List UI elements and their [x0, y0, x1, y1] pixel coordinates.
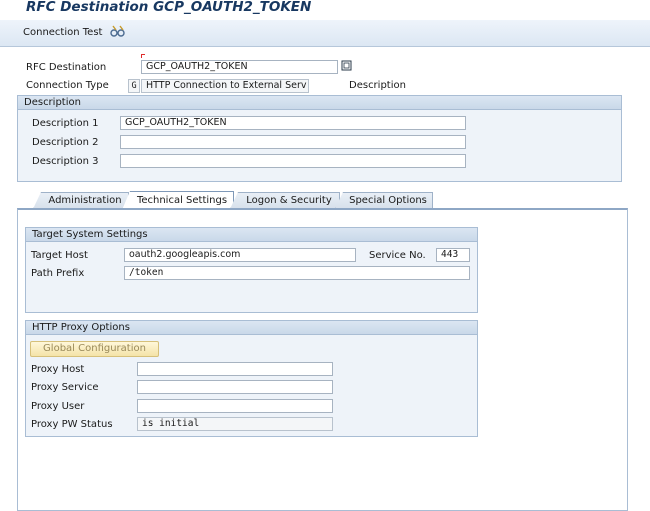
description-link[interactable]: Description	[349, 80, 406, 91]
description-panel-title: Description	[18, 96, 621, 110]
service-no-label: Service No.	[369, 250, 426, 261]
path-prefix-label: Path Prefix	[31, 268, 85, 279]
target-system-panel-title: Target System Settings	[26, 228, 477, 242]
proxy-service-label: Proxy Service	[31, 382, 99, 393]
connection-type-label: Connection Type	[26, 80, 109, 91]
title-bar: RFC Destination GCP_OAUTH2_TOKEN	[0, 0, 650, 20]
http-proxy-panel-title: HTTP Proxy Options	[26, 321, 477, 335]
description-2-label: Description 2	[32, 137, 99, 148]
target-host-field[interactable]: oauth2.googleapis.com	[124, 248, 356, 262]
description-2-field[interactable]	[120, 135, 466, 149]
required-marker	[141, 54, 145, 58]
proxy-host-field[interactable]	[137, 362, 333, 376]
proxy-pw-status-field: is initial	[137, 417, 333, 431]
proxy-pw-status-label: Proxy PW Status	[31, 419, 113, 430]
description-3-label: Description 3	[32, 156, 99, 167]
description-3-field[interactable]	[120, 154, 466, 168]
tab-administration[interactable]: Administration	[33, 192, 129, 209]
connection-type-code[interactable]: G	[128, 79, 140, 93]
page-title: RFC Destination GCP_OAUTH2_TOKEN	[26, 0, 312, 15]
path-prefix-field[interactable]: /token	[124, 266, 470, 280]
proxy-host-label: Proxy Host	[31, 364, 85, 375]
description-1-label: Description 1	[32, 118, 99, 129]
tab-special-options[interactable]: Special Options	[335, 192, 433, 209]
rfc-destination-field[interactable]: GCP_OAUTH2_TOKEN	[141, 60, 338, 74]
connection-type-field: HTTP Connection to External Serv	[141, 79, 309, 93]
service-no-field[interactable]: 443	[436, 248, 470, 262]
application-toolbar: Connection Test	[0, 20, 650, 47]
rfc-destination-label: RFC Destination	[26, 62, 107, 73]
copy-icon[interactable]	[341, 60, 353, 72]
description-1-field[interactable]: GCP_OAUTH2_TOKEN	[120, 116, 466, 130]
proxy-user-field[interactable]	[137, 399, 333, 413]
connection-test-button[interactable]: Connection Test	[23, 27, 102, 38]
tab-logon-security[interactable]: Logon & Security	[230, 192, 340, 209]
proxy-user-label: Proxy User	[31, 401, 85, 412]
glasses-icon[interactable]	[108, 24, 126, 40]
proxy-service-field[interactable]	[137, 380, 333, 394]
target-host-label: Target Host	[31, 250, 88, 261]
global-configuration-button[interactable]: Global Configuration	[30, 341, 159, 357]
